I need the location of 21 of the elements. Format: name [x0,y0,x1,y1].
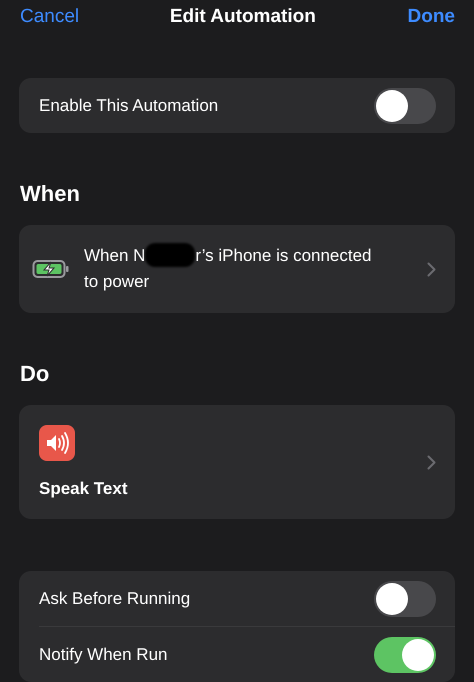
toggle-switch[interactable] [374,88,436,124]
setting-label: Enable This Automation [39,96,218,116]
action-card[interactable]: Speak Text [19,405,455,519]
done-button[interactable]: Done [408,6,455,28]
trigger-text: to power [84,272,150,291]
trigger-text: r’s iPhone is connected [195,246,372,265]
speaker-icon [39,425,75,461]
section-heading: Do [20,361,50,387]
section-heading: When [20,181,81,207]
action-name: Speak Text [39,479,129,499]
toggle-switch[interactable] [374,636,436,672]
chevron-icon [427,454,436,470]
trigger-card[interactable]: When N r’s iPhone is connected to power [19,225,455,313]
setting-label: Ask Before Running [39,588,190,608]
setting-label: Notify When Run [39,644,168,664]
screen-title: Edit Automation [170,6,316,28]
cancel-button[interactable]: Cancel [20,6,80,28]
chevron-icon [427,262,436,276]
trigger-text: When N [84,246,146,265]
battery-charging-icon [32,259,70,279]
toggle-switch[interactable] [374,580,436,616]
